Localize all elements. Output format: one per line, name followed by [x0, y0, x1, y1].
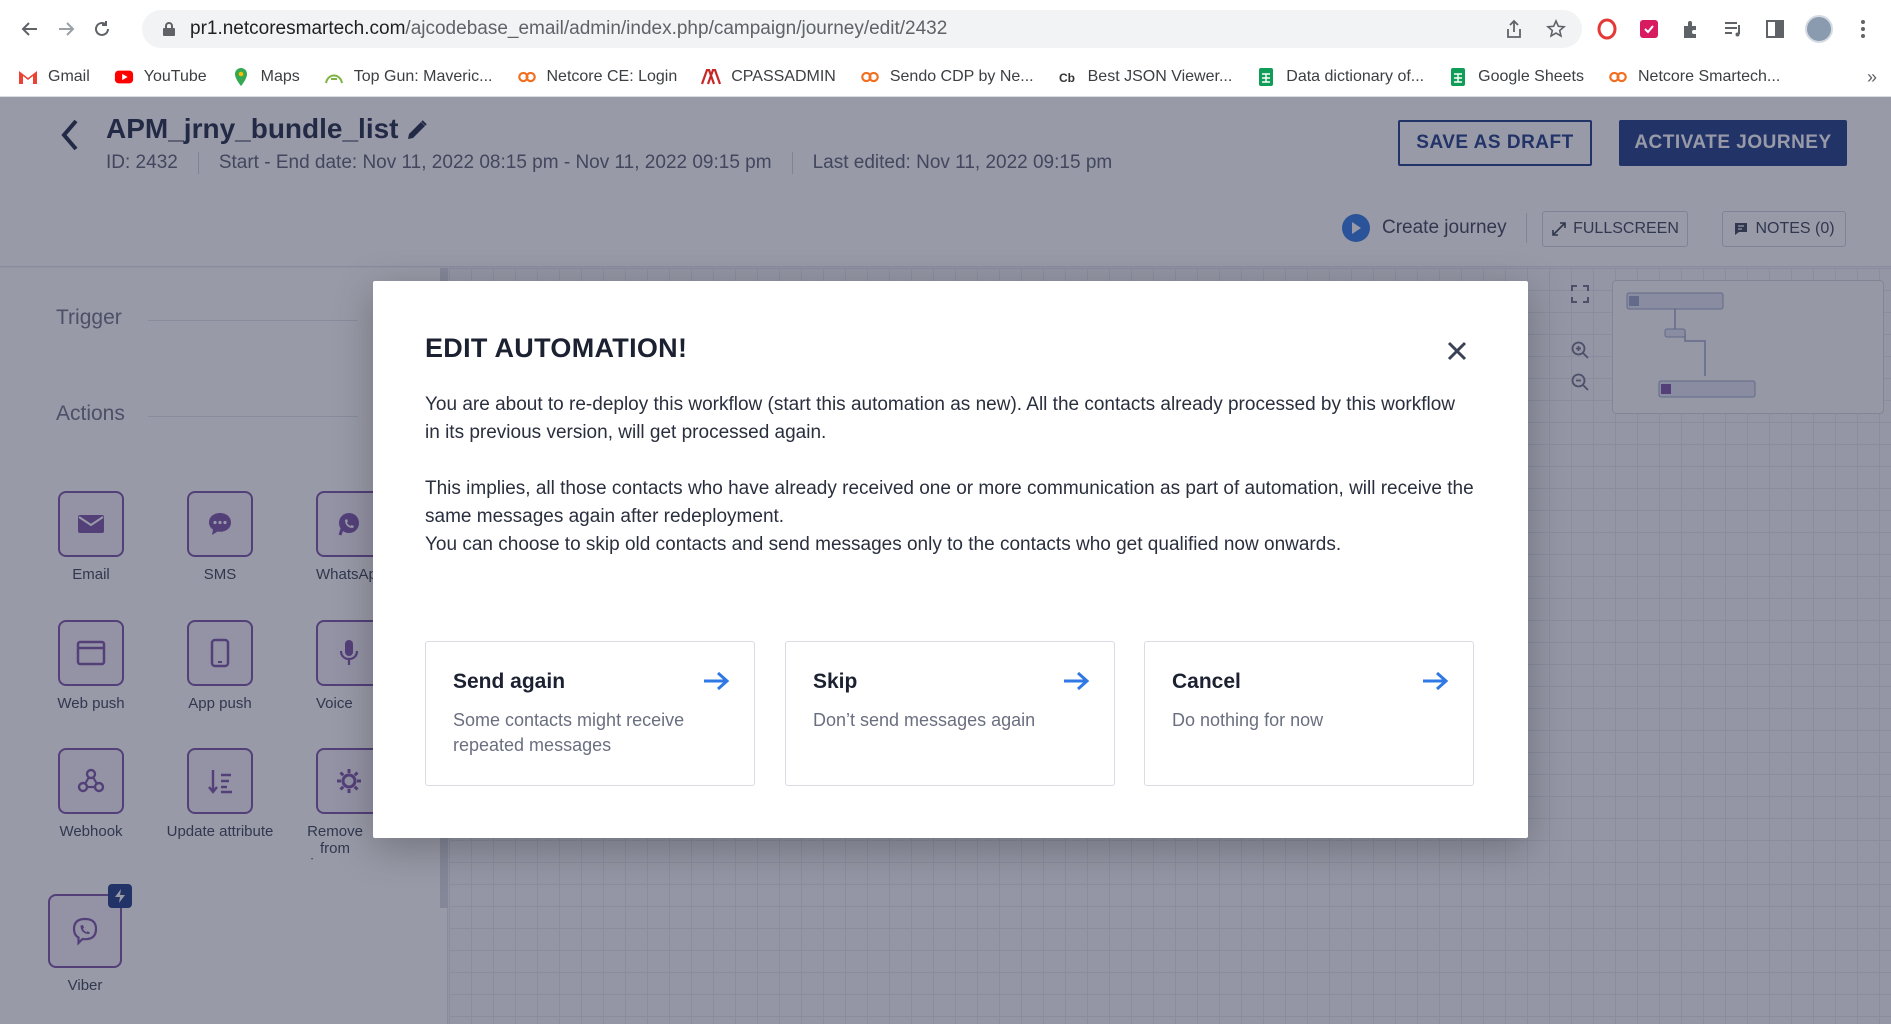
modal-title: EDIT AUTOMATION!	[425, 333, 688, 363]
gmail-icon	[18, 69, 38, 85]
puzzle-icon[interactable]	[1679, 17, 1703, 41]
sheets-icon	[1256, 67, 1276, 86]
profile-avatar[interactable]	[1805, 15, 1833, 43]
bookmark-item[interactable]: Cb Best JSON Viewer...	[1058, 68, 1233, 86]
opera-extension-icon[interactable]	[1595, 17, 1619, 41]
bookmark-item[interactable]: Netcore CE: Login	[517, 67, 678, 86]
side-panel-icon[interactable]	[1763, 17, 1787, 41]
netcore-icon	[517, 69, 537, 85]
bookmark-item[interactable]: Google Sheets	[1448, 67, 1584, 86]
arrow-right-icon	[1423, 671, 1449, 691]
bookmark-label: Maps	[260, 67, 300, 85]
arrow-right-icon	[704, 671, 730, 691]
svg-text:Cb: Cb	[1059, 71, 1075, 85]
option-title: Skip	[813, 670, 858, 693]
browser-toolbar: pr1.netcoresmartech.com/ajcodebase_email…	[0, 0, 1891, 57]
kebab-menu-icon[interactable]	[1851, 17, 1875, 41]
bookmark-label: YouTube	[143, 67, 207, 85]
modal-paragraph-implies: This implies, all those contacts who hav…	[425, 478, 1474, 527]
option-description: Don’t send messages again	[813, 710, 1036, 730]
movie-icon	[324, 69, 344, 85]
back-icon[interactable]	[12, 11, 48, 47]
skip-option[interactable]: Skip Don’t send messages again	[785, 641, 1115, 786]
option-title: Cancel	[1172, 670, 1241, 693]
bookmark-item[interactable]: Data dictionary of...	[1256, 67, 1425, 86]
arrow-right-icon	[1064, 671, 1090, 691]
netcore-icon	[860, 69, 880, 85]
bookmark-item[interactable]: Maps	[231, 67, 300, 86]
bookmark-label: Google Sheets	[1478, 67, 1584, 85]
bookmark-label: CPASSADMIN	[731, 67, 836, 85]
bookmark-item[interactable]: CPASSADMIN	[701, 68, 836, 86]
bookmark-item[interactable]: YouTube	[114, 68, 207, 86]
option-title: Send again	[453, 670, 566, 693]
share-icon[interactable]	[1502, 17, 1526, 41]
edit-automation-modal: EDIT AUTOMATION! You are about to re-dep…	[373, 281, 1528, 838]
reload-icon[interactable]	[84, 11, 120, 47]
sheets-icon	[1448, 67, 1468, 86]
forward-icon[interactable]	[48, 11, 84, 47]
url-path: /ajcodebase_email/admin/index.php/campai…	[405, 18, 948, 39]
bookmark-label: Gmail	[48, 67, 90, 85]
netcore-icon	[1608, 69, 1628, 85]
bookmark-label: Netcore CE: Login	[546, 67, 678, 85]
send-again-option[interactable]: Send again Some contacts might receive r…	[425, 641, 755, 786]
bookmark-label: Best JSON Viewer...	[1087, 67, 1233, 85]
url-text: pr1.netcoresmartech.com/ajcodebase_email…	[190, 18, 947, 40]
bookmark-item[interactable]: Top Gun: Maveric...	[324, 68, 493, 86]
star-icon[interactable]	[1544, 17, 1568, 41]
option-description: Do nothing for now	[1172, 710, 1324, 730]
bookmark-item[interactable]: Netcore Smartech...	[1608, 68, 1780, 86]
close-icon[interactable]	[1443, 337, 1471, 365]
youtube-icon	[114, 69, 134, 85]
bookmark-item[interactable]: Gmail	[18, 68, 90, 86]
screenshot-extension-icon[interactable]	[1637, 17, 1661, 41]
bookmarks-bar: Gmail YouTube Maps Top Gun: Maveric... Netco…	[0, 57, 1891, 97]
modal-paragraph-skip-hint: You can choose to skip old contacts and …	[425, 534, 1342, 555]
address-bar[interactable]: pr1.netcoresmartech.com/ajcodebase_email…	[142, 10, 1582, 48]
bookmark-item[interactable]: Sendo CDP by Ne...	[860, 68, 1034, 86]
modal-paragraph-redeploy: You are about to re-deploy this workflow…	[425, 394, 1456, 443]
lock-icon	[163, 22, 175, 36]
cb-icon: Cb	[1058, 69, 1078, 85]
url-host: pr1.netcoresmartech.com	[190, 18, 406, 39]
bookmark-label: Netcore Smartech...	[1637, 67, 1781, 85]
bookmark-label: Top Gun: Maveric...	[353, 67, 493, 85]
bookmark-label: Sendo CDP by Ne...	[889, 67, 1034, 85]
cpass-icon	[701, 68, 722, 85]
maps-icon	[231, 67, 251, 86]
media-queue-icon[interactable]	[1721, 17, 1745, 41]
bookmarks-overflow-icon[interactable]: »	[1867, 67, 1877, 88]
bookmark-label: Data dictionary of...	[1286, 67, 1425, 85]
option-description: Some contacts might receive repeated mes…	[453, 710, 685, 755]
cancel-option[interactable]: Cancel Do nothing for now	[1144, 641, 1474, 786]
